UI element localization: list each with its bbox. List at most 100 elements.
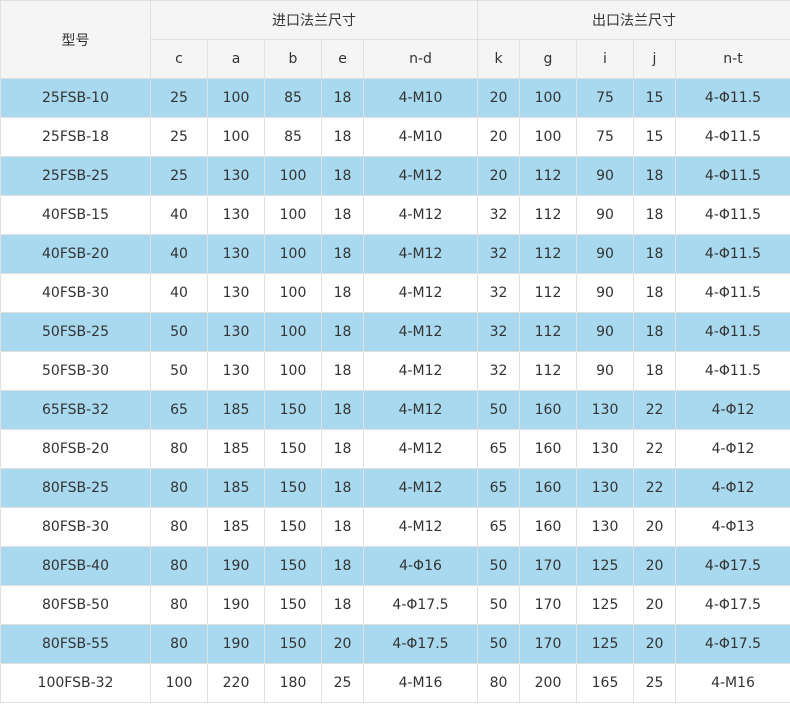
value-cell: 220 [207,663,265,703]
table-row: 80FSB-20 80 185 150 18 4-M12 65 160 130 22 4-Φ12 [0,429,790,469]
value-cell: 150 [264,546,322,586]
value-cell: 100 [207,117,265,157]
value-cell: 32 [477,234,520,274]
value-cell: 50 [477,585,520,625]
value-cell: 32 [477,273,520,313]
table-row: 80FSB-30 80 185 150 18 4-M12 65 160 130 20 4-Φ13 [0,507,790,547]
column-header-e: e [321,39,364,79]
value-cell: 90 [576,312,634,352]
value-cell: 18 [321,156,364,196]
value-cell: 130 [576,390,634,430]
model-cell: 50FSB-25 [0,312,151,352]
value-cell: 190 [207,585,265,625]
value-cell: 25 [633,663,676,703]
value-cell: 18 [321,117,364,157]
value-cell: 32 [477,195,520,235]
value-cell: 100 [519,78,577,118]
value-cell: 32 [477,312,520,352]
value-cell: 4-Φ11.5 [675,78,790,118]
value-cell: 20 [477,78,520,118]
value-cell: 100 [264,273,322,313]
header-row-groups: 型号 进口法兰尺寸 出口法兰尺寸 [0,0,790,79]
value-cell: 130 [207,234,265,274]
value-cell: 22 [633,429,676,469]
value-cell: 15 [633,78,676,118]
model-cell: 65FSB-32 [0,390,151,430]
flange-spec-table: 型号 进口法兰尺寸 出口法兰尺寸 c a b e n-d k g i j n-t… [0,0,790,703]
value-cell: 22 [633,390,676,430]
column-header-b: b [264,39,322,79]
value-cell: 90 [576,195,634,235]
model-cell: 80FSB-50 [0,585,151,625]
value-cell: 18 [321,429,364,469]
value-cell: 20 [477,117,520,157]
value-cell: 65 [477,507,520,547]
value-cell: 125 [576,585,634,625]
value-cell: 112 [519,312,577,352]
value-cell: 32 [477,351,520,391]
model-cell: 40FSB-30 [0,273,151,313]
value-cell: 50 [477,546,520,586]
value-cell: 20 [477,156,520,196]
value-cell: 20 [321,624,364,664]
value-cell: 185 [207,507,265,547]
value-cell: 130 [207,351,265,391]
value-cell: 190 [207,624,265,664]
value-cell: 4-Φ11.5 [675,156,790,196]
value-cell: 4-M10 [363,78,478,118]
value-cell: 4-Φ17.5 [675,585,790,625]
value-cell: 4-Φ11.5 [675,117,790,157]
table-row: 40FSB-20 40 130 100 18 4-M12 32 112 90 18 4-Φ11.5 [0,234,790,274]
value-cell: 150 [264,429,322,469]
value-cell: 112 [519,234,577,274]
value-cell: 18 [633,234,676,274]
value-cell: 50 [150,351,208,391]
value-cell: 170 [519,585,577,625]
model-cell: 25FSB-10 [0,78,151,118]
value-cell: 18 [633,351,676,391]
column-header-a: a [207,39,265,79]
table-row: 80FSB-55 80 190 150 20 4-Φ17.5 50 170 125 20 4-Φ17… [0,624,790,664]
value-cell: 18 [321,78,364,118]
value-cell: 150 [264,468,322,508]
table-row: 80FSB-25 80 185 150 18 4-M12 65 160 130 22 4-Φ12 [0,468,790,508]
value-cell: 130 [576,507,634,547]
value-cell: 100 [264,234,322,274]
value-cell: 18 [321,234,364,274]
value-cell: 4-Φ13 [675,507,790,547]
value-cell: 80 [150,429,208,469]
value-cell: 80 [150,468,208,508]
value-cell: 180 [264,663,322,703]
value-cell: 4-Φ11.5 [675,273,790,313]
value-cell: 150 [264,390,322,430]
value-cell: 4-M12 [363,507,478,547]
value-cell: 80 [150,624,208,664]
value-cell: 125 [576,546,634,586]
table-row: 25FSB-10 25 100 85 18 4-M10 20 100 75 15 4-Φ11.5 [0,78,790,118]
value-cell: 80 [150,507,208,547]
value-cell: 4-Φ17.5 [675,624,790,664]
value-cell: 4-Φ12 [675,390,790,430]
value-cell: 50 [150,312,208,352]
value-cell: 4-Φ12 [675,468,790,508]
value-cell: 4-M12 [363,312,478,352]
model-cell: 80FSB-40 [0,546,151,586]
value-cell: 125 [576,624,634,664]
column-header-c: c [150,39,208,79]
value-cell: 185 [207,390,265,430]
model-cell: 80FSB-55 [0,624,151,664]
value-cell: 90 [576,351,634,391]
value-cell: 4-M12 [363,234,478,274]
model-cell: 25FSB-25 [0,156,151,196]
value-cell: 40 [150,234,208,274]
model-cell: 40FSB-15 [0,195,151,235]
value-cell: 65 [150,390,208,430]
value-cell: 185 [207,468,265,508]
value-cell: 18 [321,546,364,586]
value-cell: 4-M16 [675,663,790,703]
model-cell: 50FSB-30 [0,351,151,391]
value-cell: 4-M12 [363,195,478,235]
value-cell: 170 [519,624,577,664]
value-cell: 4-Φ17.5 [675,546,790,586]
value-cell: 150 [264,585,322,625]
